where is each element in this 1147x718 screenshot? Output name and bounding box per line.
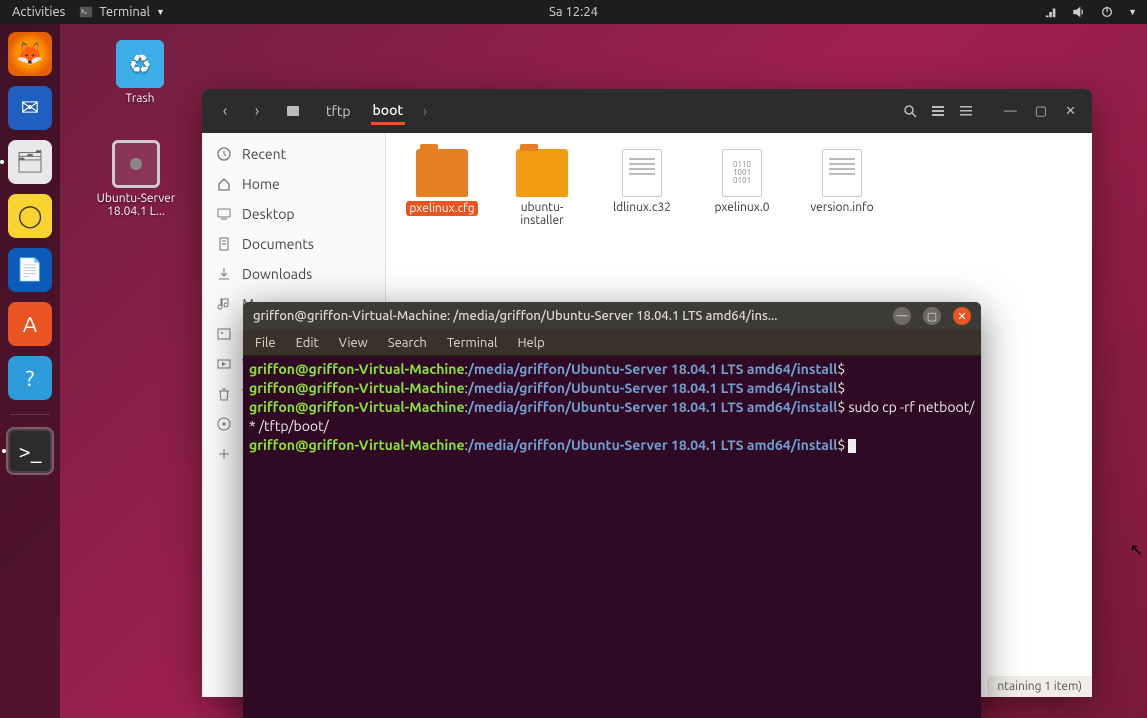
- plus-icon: [216, 446, 232, 462]
- sidebar-item-downloads[interactable]: Downloads: [202, 259, 385, 289]
- terminal-window: griffon@griffon-Virtual-Machine: /media/…: [243, 302, 981, 718]
- terminal-body[interactable]: griffon@griffon-Virtual-Machine:/media/g…: [243, 356, 981, 458]
- docs-icon: [216, 236, 232, 252]
- files-headerbar: ‹ › tftp boot › — ▢ ✕: [202, 89, 1092, 133]
- sidebar-item-desktop[interactable]: Desktop: [202, 199, 385, 229]
- breadcrumb: tftp boot ›: [324, 98, 427, 125]
- menu-help[interactable]: Help: [517, 336, 544, 350]
- minimize-button[interactable]: —: [893, 307, 911, 325]
- cd-icon: [112, 140, 160, 188]
- menu-edit[interactable]: Edit: [296, 336, 319, 350]
- trash-icon: [216, 386, 232, 402]
- terminal-line: griffon@griffon-Virtual-Machine:/media/g…: [249, 360, 975, 379]
- caret-down-icon: ▼: [156, 7, 165, 17]
- home-icon: [216, 176, 232, 192]
- desktop-disc[interactable]: Ubuntu-Server 18.04.1 L...: [96, 140, 176, 218]
- terminal-line: griffon@griffon-Virtual-Machine:/media/g…: [249, 398, 975, 436]
- terminal-line: griffon@griffon-Virtual-Machine:/media/g…: [249, 379, 975, 398]
- terminal-icon: [79, 5, 93, 19]
- nav-forward-button[interactable]: ›: [242, 96, 272, 126]
- close-button[interactable]: ✕: [953, 307, 971, 325]
- terminal-line: griffon@griffon-Virtual-Machine:/media/g…: [249, 436, 975, 455]
- dock-thunderbird[interactable]: ✉: [8, 86, 52, 130]
- app-menu[interactable]: Terminal ▼: [79, 5, 165, 19]
- file-item[interactable]: 011010010101pxelinux.0: [706, 149, 778, 227]
- file-item[interactable]: pxelinux.cfg: [406, 149, 478, 227]
- network-icon[interactable]: [1044, 5, 1058, 19]
- search-icon[interactable]: [902, 103, 918, 119]
- dock-terminal[interactable]: >_: [8, 429, 52, 473]
- menu-terminal[interactable]: Terminal: [447, 336, 498, 350]
- sidebar-item-recent[interactable]: Recent: [202, 139, 385, 169]
- power-icon[interactable]: [1100, 5, 1114, 19]
- videos-icon: [216, 356, 232, 372]
- menu-view[interactable]: View: [339, 336, 368, 350]
- folder-icon: [416, 149, 468, 197]
- status-bar: ntaining 1 item): [987, 676, 1092, 697]
- terminal-titlebar[interactable]: griffon@griffon-Virtual-Machine: /media/…: [243, 302, 981, 330]
- breadcrumb-more[interactable]: ›: [423, 103, 427, 119]
- list-view-icon[interactable]: [930, 103, 946, 119]
- file-item[interactable]: ldlinux.c32: [606, 149, 678, 227]
- breadcrumb-item-active[interactable]: boot: [371, 98, 406, 125]
- dock-files[interactable]: 🗂: [8, 140, 52, 184]
- top-panel: Activities Terminal ▼ Sa 12:24 ▼: [0, 0, 1147, 24]
- menu-file[interactable]: File: [255, 336, 276, 350]
- activities-button[interactable]: Activities: [12, 5, 65, 19]
- trash-icon: ♻: [116, 40, 164, 88]
- disc-icon: [216, 416, 232, 432]
- download-icon: [216, 266, 232, 282]
- nav-back-button[interactable]: ‹: [210, 96, 240, 126]
- caret-down-icon: ▼: [1128, 7, 1137, 17]
- dock-help[interactable]: ?: [8, 356, 52, 400]
- music-icon: [216, 296, 232, 312]
- menu-search[interactable]: Search: [388, 336, 427, 350]
- dock-writer[interactable]: 📄: [8, 248, 52, 292]
- launcher-dock: 🦊 ✉ 🗂 ◯ 📄 A ? >_: [0, 24, 60, 718]
- sidebar-item-documents[interactable]: Documents: [202, 229, 385, 259]
- close-button[interactable]: ✕: [1065, 104, 1076, 119]
- file-item[interactable]: version.info: [806, 149, 878, 227]
- breadcrumb-item[interactable]: tftp: [324, 99, 353, 123]
- dock-software[interactable]: A: [8, 302, 52, 346]
- text-file-icon: [822, 149, 862, 197]
- clock[interactable]: Sa 12:24: [549, 5, 598, 19]
- desktop-icon: [216, 206, 232, 222]
- binary-file-icon: 011010010101: [722, 149, 762, 197]
- minimize-button[interactable]: —: [1004, 104, 1017, 119]
- mouse-cursor: ↖: [1130, 540, 1143, 559]
- text-file-icon: [622, 149, 662, 197]
- dock-rhythmbox[interactable]: ◯: [8, 194, 52, 238]
- desktop-trash[interactable]: ♻ Trash: [100, 40, 180, 105]
- sidebar-item-home[interactable]: Home: [202, 169, 385, 199]
- file-item[interactable]: ubuntu-installer: [506, 149, 578, 227]
- clock-icon: [216, 146, 232, 162]
- volume-icon[interactable]: [1072, 5, 1086, 19]
- maximize-button[interactable]: ▢: [1035, 104, 1047, 119]
- pictures-icon: [216, 326, 232, 342]
- disk-icon[interactable]: [278, 96, 308, 126]
- folder-icon: [516, 149, 568, 197]
- dock-firefox[interactable]: 🦊: [8, 32, 52, 76]
- terminal-menubar: File Edit View Search Terminal Help: [243, 330, 981, 356]
- hamburger-icon[interactable]: [958, 103, 974, 119]
- terminal-title: griffon@griffon-Virtual-Machine: /media/…: [253, 309, 893, 323]
- maximize-button[interactable]: ▢: [923, 307, 941, 325]
